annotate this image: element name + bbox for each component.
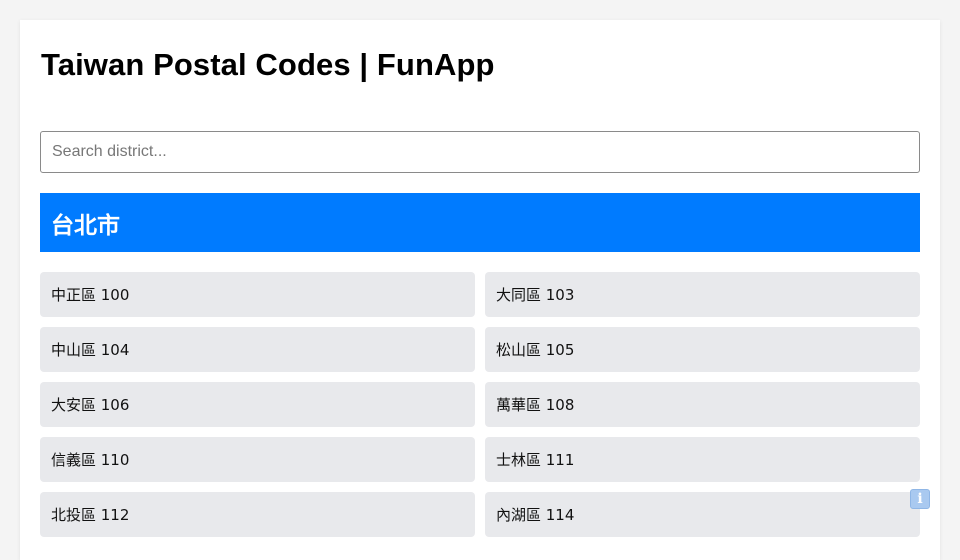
search-input[interactable]: [40, 131, 920, 173]
district-item[interactable]: 松山區 105: [485, 327, 920, 372]
page-title: Taiwan Postal Codes | FunApp: [41, 47, 495, 82]
district-item[interactable]: 大同區 103: [485, 272, 920, 317]
district-item[interactable]: 萬華區 108: [485, 382, 920, 427]
info-icon[interactable]: i: [910, 489, 930, 509]
main-card: Taiwan Postal Codes | FunApp 台北市 中正區 100…: [20, 20, 940, 560]
district-item[interactable]: 北投區 112: [40, 492, 475, 537]
district-item[interactable]: 中山區 104: [40, 327, 475, 372]
district-item[interactable]: 大安區 106: [40, 382, 475, 427]
district-item[interactable]: 中正區 100: [40, 272, 475, 317]
district-list: 中正區 100 大同區 103 中山區 104 松山區 105 大安區 106 …: [40, 272, 920, 537]
district-item[interactable]: 信義區 110: [40, 437, 475, 482]
district-item[interactable]: 內湖區 114: [485, 492, 920, 537]
city-header: 台北市: [40, 193, 920, 252]
district-item[interactable]: 士林區 111: [485, 437, 920, 482]
